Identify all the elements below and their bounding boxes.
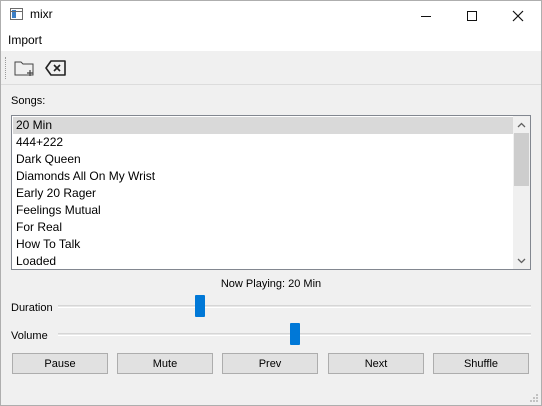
minimize-button[interactable] (403, 1, 449, 31)
main-window: mixr Import Songs: 20 Min 444+222 Dark Que… (0, 0, 542, 406)
song-list-item[interactable]: For Real (13, 219, 513, 236)
duration-slider-handle[interactable] (195, 295, 205, 317)
minimize-icon (421, 15, 431, 17)
maximize-icon (467, 11, 477, 21)
scroll-down-button[interactable] (513, 252, 530, 269)
duration-label: Duration (11, 302, 53, 314)
song-list-item[interactable]: Loaded (13, 253, 513, 269)
song-list-item[interactable]: Dark Queen (13, 151, 513, 168)
volume-label: Volume (11, 330, 48, 342)
chevron-down-icon (517, 258, 526, 263)
mute-button[interactable]: Mute (117, 353, 213, 374)
chevron-up-icon (517, 122, 526, 127)
songs-list-items: 20 Min 444+222 Dark Queen Diamonds All On M… (13, 117, 513, 269)
window-title: mixr (30, 7, 53, 21)
toolbar-grip[interactable] (5, 57, 7, 79)
menu-bar: Import (1, 31, 541, 51)
pause-button[interactable]: Pause (12, 353, 108, 374)
volume-slider-handle[interactable] (290, 323, 300, 345)
add-folder-button[interactable] (12, 56, 38, 80)
songs-label: Songs: (11, 95, 46, 107)
add-folder-icon (14, 61, 34, 76)
next-button[interactable]: Next (328, 353, 424, 374)
resize-grip-icon[interactable] (529, 393, 539, 403)
duration-slider[interactable] (58, 295, 531, 317)
backspace-delete-icon (45, 60, 66, 76)
delete-button[interactable] (43, 56, 69, 80)
song-list-item[interactable]: 20 Min (13, 117, 513, 134)
title-bar[interactable]: mixr (1, 1, 541, 31)
scroll-thumb[interactable] (514, 133, 529, 186)
song-list-item[interactable]: How To Talk (13, 236, 513, 253)
song-list-item[interactable]: 444+222 (13, 134, 513, 151)
songs-list[interactable]: 20 Min 444+222 Dark Queen Diamonds All On M… (11, 115, 531, 270)
songs-scrollbar[interactable] (513, 116, 530, 269)
close-button[interactable] (495, 1, 541, 31)
shuffle-button[interactable]: Shuffle (433, 353, 529, 374)
song-list-item[interactable]: Early 20 Rager (13, 185, 513, 202)
close-icon (512, 10, 524, 22)
now-playing-label: Now Playing: 20 Min (220, 278, 322, 290)
song-list-item[interactable]: Diamonds All On My Wrist (13, 168, 513, 185)
scroll-up-button[interactable] (513, 116, 530, 133)
app-window-icon (10, 8, 23, 20)
toolbar (1, 51, 541, 85)
menu-import[interactable]: Import (8, 33, 42, 47)
volume-slider[interactable] (58, 323, 531, 345)
song-list-item[interactable]: Feelings Mutual (13, 202, 513, 219)
duration-slider-groove (58, 305, 531, 308)
maximize-button[interactable] (449, 1, 495, 31)
prev-button[interactable]: Prev (222, 353, 318, 374)
